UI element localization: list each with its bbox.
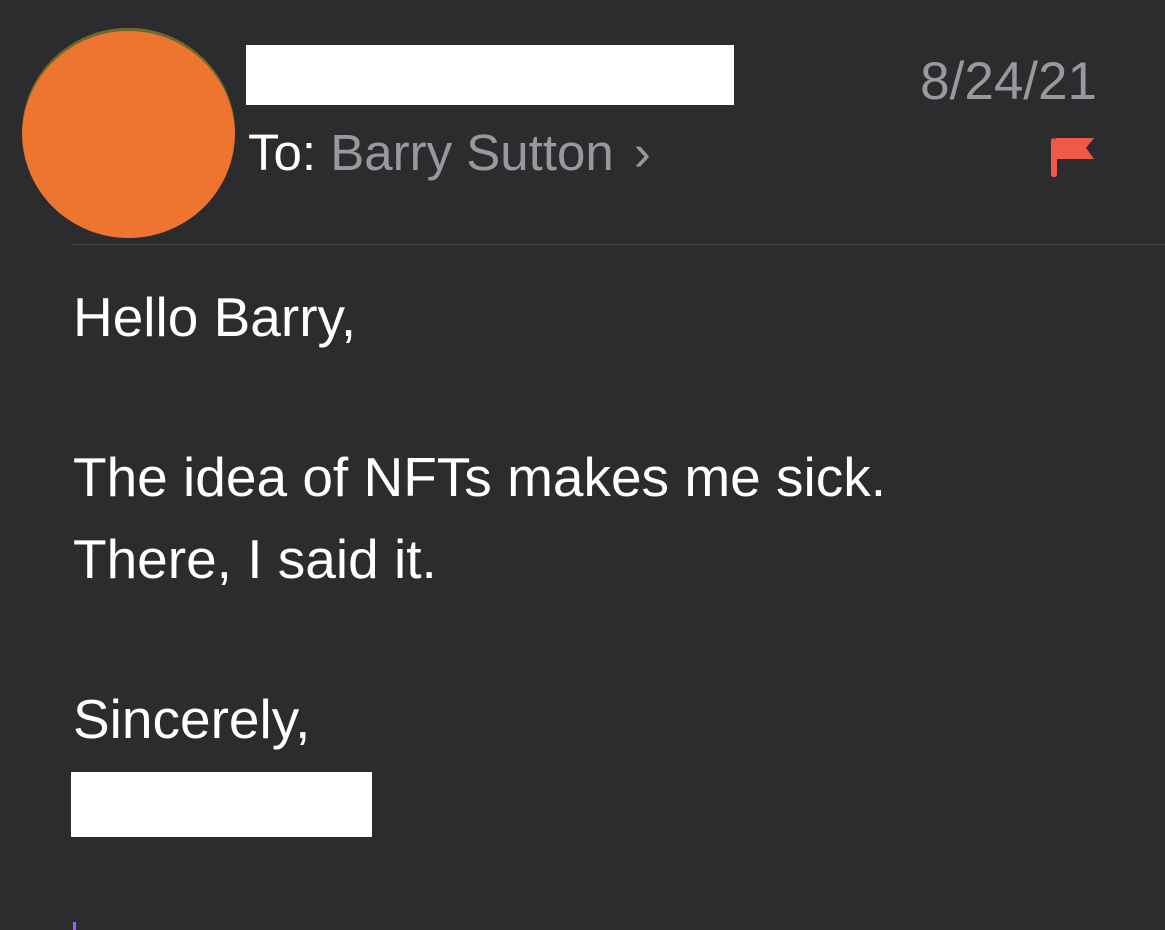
recipient-line[interactable]: To: Barry Sutton ›: [248, 127, 651, 178]
email-body-line-2: There, I said it.: [73, 528, 437, 590]
sender-avatar[interactable]: [22, 28, 235, 238]
email-closing: Sincerely,: [73, 688, 311, 750]
recipient-name[interactable]: Barry Sutton: [330, 124, 613, 181]
email-greeting: Hello Barry,: [73, 286, 357, 348]
signature-redacted: [71, 772, 372, 837]
to-label: To:: [248, 124, 317, 181]
email-body-line-1: The idea of NFTs makes me sick.: [73, 446, 887, 508]
header-divider: [72, 244, 1165, 245]
chevron-right-icon[interactable]: ›: [634, 127, 651, 178]
flag-icon[interactable]: [1051, 135, 1097, 177]
email-date: 8/24/21: [920, 52, 1097, 111]
text-cursor: [73, 922, 76, 930]
sender-name-redacted: [246, 45, 734, 105]
